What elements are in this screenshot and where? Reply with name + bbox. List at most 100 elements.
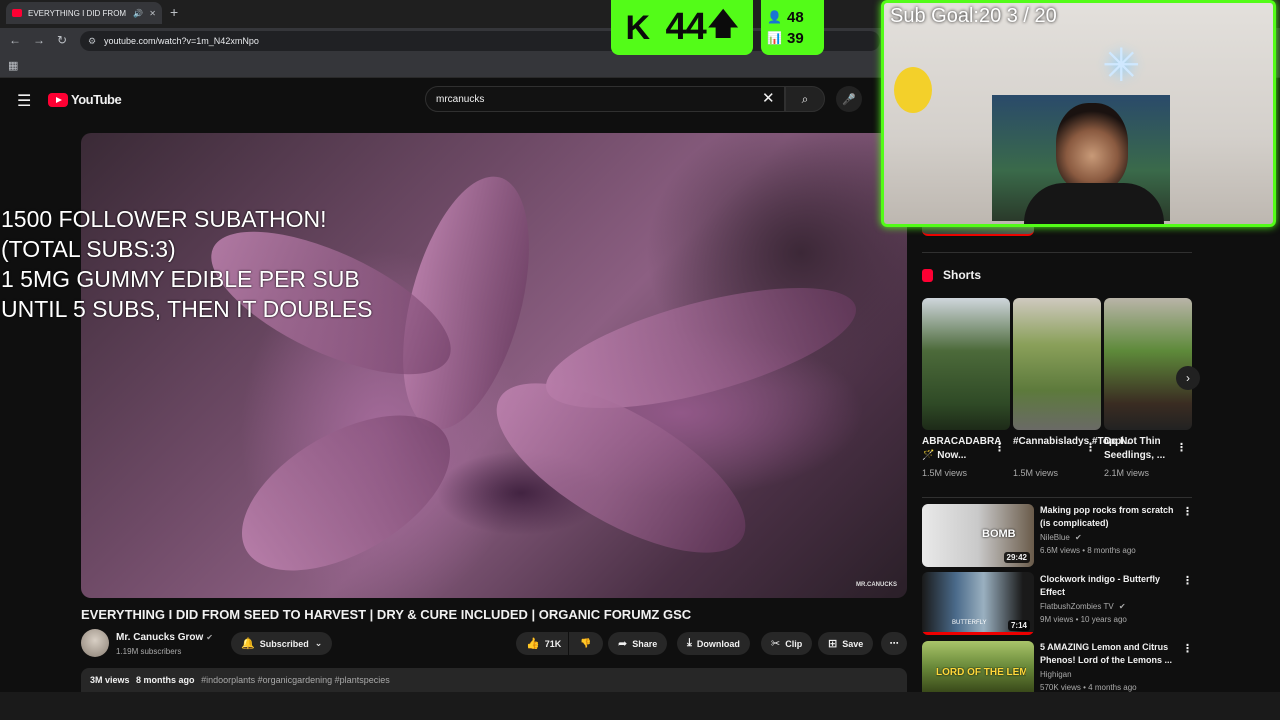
overlay-line: 1500 FOLLOWER SUBATHON!: [1, 206, 327, 232]
short-title[interactable]: ABRACADABRA 🪄 Now...: [922, 435, 1001, 463]
more-vertical-icon[interactable]: ⋮: [1176, 441, 1187, 454]
subscribed-button[interactable]: 🔔 Subscribed ⌄: [231, 632, 333, 655]
watch-progress-bar: [922, 632, 1034, 635]
video-watermark: MR.CANUCKS: [856, 582, 897, 588]
divider: [922, 252, 1192, 253]
short-thumbnail[interactable]: [1104, 298, 1192, 430]
search-input[interactable]: mrcanucks: [425, 86, 785, 112]
recommended-channel-text: NileBlue: [1040, 533, 1070, 542]
voice-search-button[interactable]: 🎤: [836, 86, 862, 112]
short-thumbnail[interactable]: [1013, 298, 1101, 430]
recommended-meta: 6.6M views • 8 months ago: [1040, 546, 1136, 555]
recommended-meta: 570K views • 4 months ago: [1040, 683, 1137, 692]
recommended-thumbnail[interactable]: LORD OF THE LEMONS: [922, 641, 1034, 692]
subathon-overlay: 1500 FOLLOWER SUBATHON! (TOTAL SUBS:3) 1…: [1, 204, 373, 324]
recommended-meta: 9M views • 10 years ago: [1040, 615, 1127, 624]
scissors-icon: ✂: [771, 638, 781, 650]
shorts-heading-text: Shorts: [943, 268, 982, 282]
like-button[interactable]: 👍 71K: [516, 632, 568, 655]
subscribed-label: Subscribed: [259, 638, 309, 649]
stat-value: 48: [787, 9, 804, 26]
back-icon[interactable]: ←: [9, 33, 21, 47]
webcam-person-shirt: [1024, 183, 1164, 224]
browser-tab[interactable]: EVERYTHING I DID FROM S 🔊 ✕: [6, 2, 162, 24]
download-label: Download: [696, 638, 740, 649]
site-info-icon[interactable]: ⚙: [88, 36, 96, 47]
share-icon: ➦: [618, 638, 628, 650]
short-title[interactable]: #Cannabisladys,#Toppi...: [1013, 435, 1132, 449]
shorts-next-button[interactable]: ›: [1176, 366, 1200, 390]
thumbs-up-icon: 👍: [526, 638, 540, 650]
clip-button[interactable]: ✂ Clip: [761, 632, 813, 655]
search-icon: ⌕: [801, 91, 809, 106]
share-button[interactable]: ➦ Share: [608, 632, 668, 655]
shorts-icon: [922, 268, 933, 282]
webcam-feed: ✳: [881, 0, 1276, 227]
more-vertical-icon[interactable]: ⋮: [994, 441, 1005, 454]
overlay-line: 1 5MG GUMMY EDIBLE PER SUB: [1, 266, 360, 292]
new-tab-icon[interactable]: +: [170, 4, 178, 20]
more-vertical-icon[interactable]: ⋮: [1182, 642, 1193, 655]
url-field[interactable]: ⚙ youtube.com/watch?v=1m_N42xmNpo: [80, 31, 880, 51]
speaker-icon[interactable]: 🔊: [133, 9, 143, 18]
youtube-logo[interactable]: YouTube: [48, 92, 122, 107]
apps-grid-icon[interactable]: ▦: [8, 59, 18, 72]
forward-icon[interactable]: →: [33, 33, 45, 47]
like-count: 71K: [544, 638, 562, 649]
more-vertical-icon[interactable]: ⋮: [1182, 505, 1193, 518]
more-horizontal-icon: ⋯: [889, 638, 899, 648]
tab-title: EVERYTHING I DID FROM S: [28, 8, 128, 18]
dislike-button[interactable]: 👎: [569, 632, 603, 655]
more-actions-button[interactable]: ⋯: [881, 632, 907, 655]
sub-goal-text: Sub Goal:20 3 / 20: [890, 5, 1057, 27]
chevron-down-icon: ⌄: [314, 638, 323, 648]
person-icon: 👤: [767, 10, 782, 24]
upload-age: 8 months ago: [136, 675, 195, 685]
recommended-channel[interactable]: Highigan: [1040, 670, 1072, 679]
recommended-title[interactable]: Making pop rocks from scratch (is compli…: [1040, 504, 1180, 530]
overlay-line: UNTIL 5 SUBS, THEN IT DOUBLES: [1, 296, 373, 322]
bookmark-icon: ⊞: [828, 638, 838, 650]
thumbs-down-icon: 👎: [580, 638, 592, 648]
verified-icon: ✔: [1075, 533, 1082, 542]
taskbar: [0, 692, 1280, 720]
channel-name[interactable]: Mr. Canucks Grow ✔: [116, 632, 213, 643]
more-vertical-icon[interactable]: ⋮: [1085, 441, 1096, 454]
shorts-heading: Shorts: [922, 268, 981, 282]
recommended-thumbnail[interactable]: BUTTERFLY 7:14: [922, 572, 1034, 635]
more-vertical-icon[interactable]: ⋮: [1182, 574, 1193, 587]
thumbnail-text: BOMB: [982, 528, 1016, 540]
webcam-neon-sign: ✳: [1102, 39, 1141, 91]
hamburger-menu-icon[interactable]: ☰: [17, 91, 31, 111]
recommended-thumbnail[interactable]: BOMB 29:42: [922, 504, 1034, 567]
tab-close-icon[interactable]: ✕: [149, 9, 156, 18]
save-button[interactable]: ⊞ Save: [818, 632, 874, 655]
recommended-title[interactable]: 5 AMAZING Lemon and Citrus Phenos! Lord …: [1040, 641, 1180, 667]
clip-label: Clip: [785, 638, 803, 649]
save-label: Save: [842, 638, 864, 649]
search-query: mrcanucks: [436, 93, 485, 105]
short-title[interactable]: Do Not Thin Seedlings, ...: [1104, 435, 1182, 463]
description-box[interactable]: 3M views 8 months ago #indoorplants #org…: [81, 668, 907, 692]
overlay-line: (TOTAL SUBS:3): [1, 236, 176, 262]
arrow-up-icon: 🡅: [707, 8, 739, 41]
short-views: 1.5M views: [1013, 468, 1059, 478]
clear-search-icon[interactable]: ✕: [762, 89, 775, 107]
short-views: 2.1M views: [1104, 468, 1150, 478]
video-duration: 29:42: [1003, 552, 1030, 563]
download-icon: ⤓: [687, 637, 692, 649]
channel-avatar[interactable]: [81, 629, 109, 657]
short-thumbnail[interactable]: [922, 298, 1010, 430]
reload-icon[interactable]: ↻: [57, 33, 67, 47]
microphone-icon: 🎤: [842, 93, 856, 106]
recommended-channel[interactable]: NileBlue ✔: [1040, 533, 1082, 542]
recommended-channel[interactable]: FlatbushZombies TV ✔: [1040, 602, 1126, 611]
url-text: youtube.com/watch?v=1m_N42xmNpo: [104, 36, 259, 46]
hashtags[interactable]: #indoorplants #organicgardening #plantsp…: [201, 675, 390, 685]
youtube-logo-text: YouTube: [71, 92, 122, 107]
download-button[interactable]: ⤓ Download: [677, 632, 750, 655]
video-player[interactable]: MR.CANUCKS: [81, 133, 907, 598]
recommended-title[interactable]: Clockwork indigo - Butterfly Effect: [1040, 573, 1180, 599]
search-button[interactable]: ⌕: [785, 86, 825, 112]
channel-name-text: Mr. Canucks Grow: [116, 632, 204, 643]
